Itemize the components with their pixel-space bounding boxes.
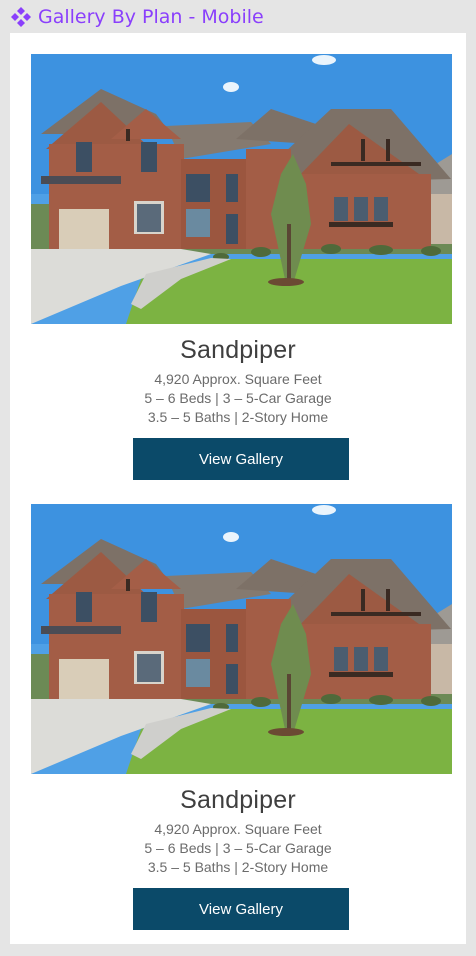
plan-name: Sandpiper <box>180 786 296 814</box>
plan-beds-garage: 5 – 6 Beds | 3 – 5-Car Garage <box>144 840 332 856</box>
component-title: Gallery By Plan - Mobile <box>38 6 264 28</box>
plan-baths-stories: 3.5 – 5 Baths | 2-Story Home <box>147 409 329 425</box>
component-diamond-icon <box>11 7 31 27</box>
plan-square-feet: 4,920 Approx. Square Feet <box>154 371 322 387</box>
plan-card: Sandpiper 4,920 Approx. Square Feet 5 – … <box>10 33 466 480</box>
plan-beds-garage: 5 – 6 Beds | 3 – 5-Car Garage <box>144 390 332 406</box>
plan-square-feet: 4,920 Approx. Square Feet <box>154 821 322 837</box>
gallery-frame: Sandpiper 4,920 Approx. Square Feet 5 – … <box>10 33 466 944</box>
plan-name: Sandpiper <box>180 336 296 364</box>
view-gallery-button[interactable]: View Gallery <box>133 438 349 480</box>
plan-baths-stories: 3.5 – 5 Baths | 2-Story Home <box>147 859 329 875</box>
view-gallery-button[interactable]: View Gallery <box>133 888 349 930</box>
component-label[interactable]: Gallery By Plan - Mobile <box>10 5 264 29</box>
plan-card: Sandpiper 4,920 Approx. Square Feet 5 – … <box>10 483 466 930</box>
house-photo[interactable] <box>31 504 452 774</box>
house-photo[interactable] <box>31 54 452 324</box>
